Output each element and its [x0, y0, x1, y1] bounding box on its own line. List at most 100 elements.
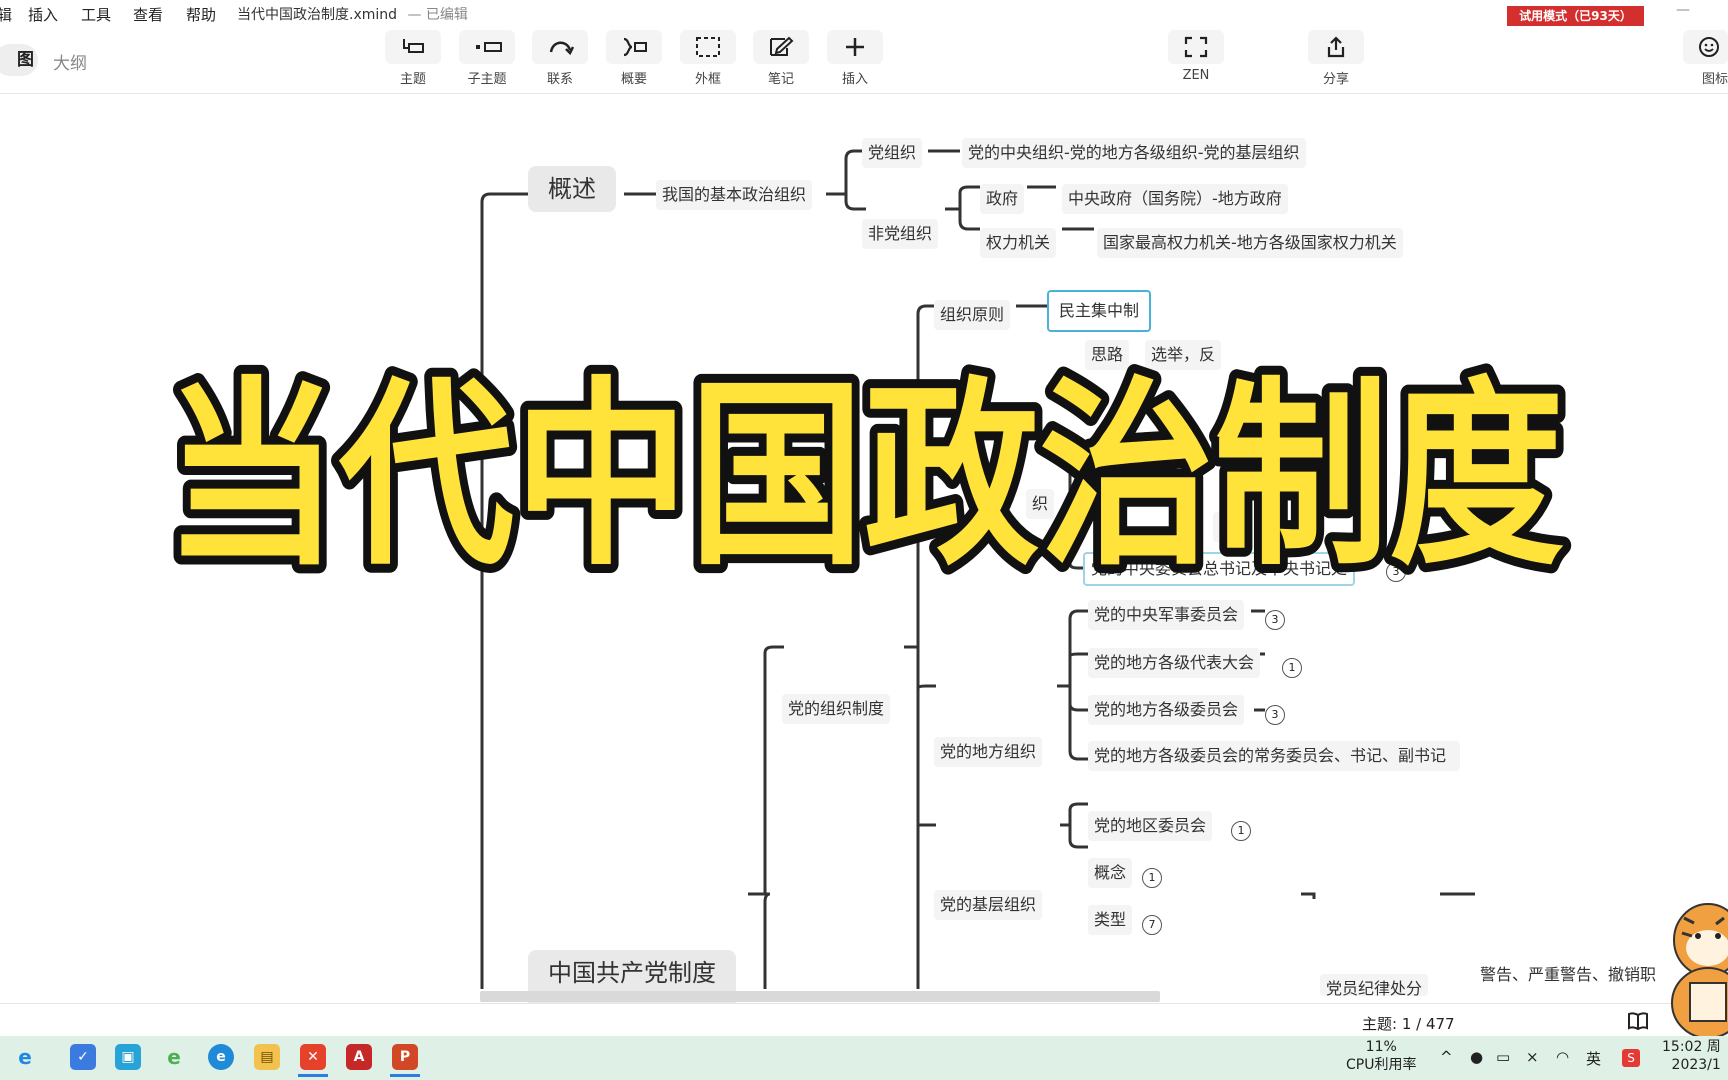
share-icon	[1327, 36, 1345, 58]
menu-tools[interactable]: 工具	[81, 4, 111, 25]
topic-icon	[403, 39, 424, 53]
topic-election-partial[interactable]: 选举，反	[1145, 340, 1222, 370]
clock-time: 15:02 周	[1662, 1039, 1721, 1055]
xmind-icon[interactable]: ✕	[300, 1044, 326, 1070]
note-icon	[770, 36, 794, 56]
menu-help[interactable]: 帮助	[186, 4, 216, 25]
collapsed-count-badge[interactable]: 1	[1282, 658, 1302, 678]
insert-button[interactable]: 插入	[826, 30, 884, 87]
menu-insert[interactable]: 插入	[28, 4, 58, 25]
topic-local-congress[interactable]: 党的地方各级代表大会	[1088, 648, 1261, 678]
zen-label: ZEN	[1182, 68, 1210, 83]
tiger-mascot-sticker	[1671, 903, 1728, 1038]
relation-icon	[549, 41, 575, 56]
bilibili-icon[interactable]: ▣	[115, 1044, 141, 1070]
file-explorer-icon[interactable]: ▤	[254, 1044, 280, 1070]
edge-icon[interactable]: e	[208, 1044, 234, 1070]
topic-central-org-partial[interactable]: 织	[1026, 489, 1055, 519]
topic-general-secretary[interactable]: 党的中央委员会总书记及中央书记处	[1083, 552, 1356, 586]
topic-basic-political-orgs[interactable]: 我国的基本政治组织	[656, 180, 813, 210]
cpu-usage[interactable]: 11% CPU利用率	[1346, 1038, 1416, 1074]
ie-icon[interactable]: e	[12, 1044, 38, 1070]
insert-label: 插入	[841, 72, 868, 87]
menu-edit[interactable]: 辑	[0, 4, 12, 25]
subtopic-button[interactable]: 子主题	[458, 30, 516, 87]
icon-panel-label: 图标	[1701, 72, 1728, 87]
boundary-button[interactable]: 外框	[679, 30, 737, 87]
summary-label: 概要	[620, 72, 647, 87]
topic-district-committee[interactable]: 党的地区委员会	[1088, 811, 1213, 841]
microphone-icon[interactable]: ●	[1470, 1048, 1483, 1066]
fullscreen-icon	[1184, 36, 1208, 58]
topic-local-committee[interactable]: 党的地方各级委员会	[1088, 695, 1245, 725]
cpu-usage-value: 11%	[1365, 1039, 1397, 1055]
plus-icon	[846, 38, 864, 56]
topic-discipline-detail[interactable]: 警告、严重警告、撤销职	[1474, 960, 1686, 990]
collapsed-count-badge[interactable]: 3	[1265, 705, 1285, 725]
boundary-icon	[696, 37, 720, 57]
topic-party-org[interactable]: 党组织	[862, 138, 923, 168]
topic-central-partial-2[interactable]: 办	[1213, 512, 1242, 542]
mute-icon[interactable]: ×	[1526, 1048, 1539, 1066]
collapsed-count-badge[interactable]: 1	[1231, 821, 1251, 841]
topic-grassroots-org[interactable]: 党的基层组织	[934, 890, 1043, 920]
collapsed-count-badge[interactable]: 7	[1142, 915, 1162, 935]
tab-outline[interactable]: 大纲	[53, 49, 87, 74]
sogou-input-icon[interactable]: S	[1622, 1049, 1640, 1067]
topic-concept[interactable]: 概念	[1088, 858, 1133, 888]
topic-power-organ-detail[interactable]: 国家最高权力机关-地方各级国家权力机关	[1097, 228, 1403, 258]
topic-label: 主题	[399, 72, 426, 87]
cpu-usage-label: CPU利用率	[1346, 1057, 1417, 1073]
topic-party-org-system[interactable]: 党的组织制度	[782, 694, 891, 724]
app-icon-blue[interactable]: ✓	[70, 1044, 96, 1070]
mindmap-canvas[interactable]: 概述 我国的基本政治组织 党组织 党的中央组织-党的地方各级组织-党的基层组织 …	[0, 94, 1728, 1014]
note-label: 笔记	[767, 72, 794, 87]
topic-local-org[interactable]: 党的地方组织	[934, 737, 1043, 767]
topic-non-party-org[interactable]: 非党组织	[862, 219, 939, 249]
chevron-up-icon[interactable]: ^	[1440, 1048, 1453, 1066]
topic-discipline[interactable]: 党员纪律处分	[1320, 974, 1429, 996]
subtopic-icon	[476, 42, 502, 52]
summary-button[interactable]: 概要	[605, 30, 663, 87]
active-app-indicator	[298, 1074, 328, 1077]
smiley-icon	[1699, 37, 1719, 57]
topic-button[interactable]: 主题	[384, 30, 442, 87]
collapsed-count-badge[interactable]: 1	[1142, 868, 1162, 888]
trial-mode-badge[interactable]: 试用模式（已93天）	[1507, 6, 1644, 26]
share-button[interactable]: 分享	[1307, 30, 1365, 87]
collapsed-count-badge[interactable]: 3	[1386, 562, 1406, 582]
menu-view[interactable]: 查看	[133, 4, 163, 25]
topic-party-org-detail[interactable]: 党的中央组织-党的地方各级组织-党的基层组织	[962, 138, 1306, 168]
tab-mindmap[interactable]: 图	[0, 44, 38, 76]
relation-label: 联系	[546, 72, 573, 87]
horizontal-scrollbar[interactable]	[480, 991, 1160, 1002]
topic-types[interactable]: 类型	[1088, 905, 1133, 935]
document-edited-status: — 已编辑	[407, 7, 468, 23]
wifi-icon[interactable]: ◠	[1556, 1048, 1569, 1066]
topic-government-detail[interactable]: 中央政府（国务院）-地方政府	[1062, 184, 1288, 214]
topic-local-standing-committee[interactable]: 党的地方各级委员会的常务委员会、书记、副书记	[1088, 741, 1460, 771]
topic-power-organ[interactable]: 权力机关	[980, 228, 1057, 258]
zen-button[interactable]: ZEN	[1167, 30, 1225, 83]
boundary-label: 外框	[694, 72, 721, 87]
system-clock[interactable]: 15:02 周 2023/1	[1662, 1038, 1721, 1074]
note-button[interactable]: 笔记	[752, 30, 810, 87]
topic-overview[interactable]: 概述	[528, 166, 616, 212]
topic-military-commission[interactable]: 党的中央军事委员会	[1088, 600, 1245, 630]
ime-indicator[interactable]: 英	[1586, 1048, 1601, 1069]
minimize-button[interactable]: —	[1676, 2, 1690, 18]
topic-org-principle[interactable]: 组织原则	[934, 300, 1011, 330]
relation-button[interactable]: 联系	[531, 30, 589, 87]
pdf-icon[interactable]: A	[346, 1044, 372, 1070]
topic-government[interactable]: 政府	[980, 184, 1025, 214]
book-icon[interactable]	[1627, 1012, 1649, 1030]
icon-panel-button[interactable]: 图标	[1683, 30, 1728, 87]
taskbar: e ✓ ▣ e e ▤ ✕ A P 11% CPU利用率 ^ ● ▭ × ◠ 英…	[0, 1036, 1728, 1080]
battery-icon[interactable]: ▭	[1496, 1048, 1510, 1066]
powerpoint-icon[interactable]: P	[392, 1044, 418, 1070]
topic-idea-partial[interactable]: 思路	[1085, 340, 1130, 370]
collapsed-count-badge[interactable]: 3	[1265, 610, 1285, 630]
topic-democratic-centralism[interactable]: 民主集中制	[1047, 290, 1152, 332]
status-bar: 主题: 1 / 477	[0, 1003, 1728, 1038]
browser-e-icon[interactable]: e	[161, 1044, 187, 1070]
